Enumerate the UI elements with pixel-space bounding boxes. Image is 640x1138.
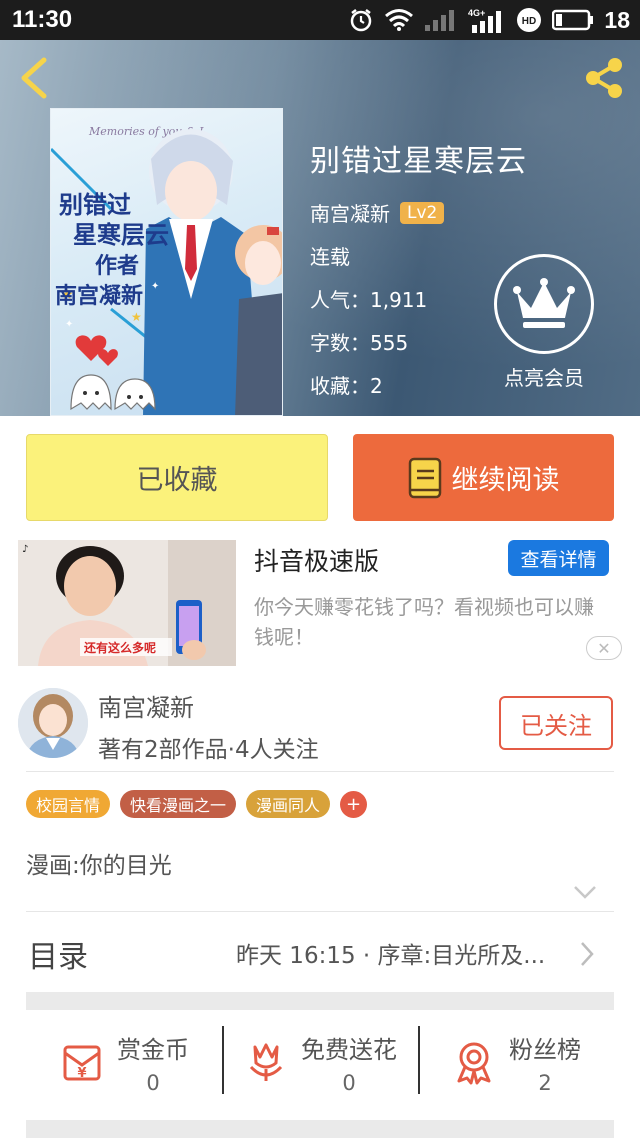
chevron-left-icon [21, 57, 47, 99]
reward-coins-button[interactable]: ¥ 赏金币 0 [26, 1008, 222, 1116]
ad-detail-button[interactable]: 查看详情 [508, 540, 609, 576]
svg-text:★: ★ [131, 310, 142, 324]
reward-coins-count: 0 [146, 1070, 160, 1095]
cover-author-name: 南宫凝新 [55, 283, 143, 309]
red-envelope-icon: ¥ [63, 1045, 101, 1081]
ad-banner[interactable]: ♪ 还有这么多呢 抖音极速版 查看详情 你今天赚零花钱了吗？看视频也可以赚钱呢！… [0, 536, 640, 670]
send-flower-label: 免费送花 [301, 1035, 397, 1064]
avatar-image [18, 688, 88, 758]
network-type-label: 4G+ [468, 8, 485, 18]
fan-ranking-button[interactable]: 粉丝榜 2 [418, 1008, 614, 1116]
reward-coins-label: 赏金币 [117, 1035, 189, 1064]
latest-chapter: 昨天 16:15 · 序章:目光所及... [236, 943, 546, 969]
share-icon [586, 58, 622, 98]
share-button[interactable] [580, 54, 628, 102]
author-section: 南宫凝新 著有2部作品·4人关注 已关注 [0, 678, 640, 772]
ad-thumbnail[interactable]: ♪ 还有这么多呢 [18, 540, 236, 666]
battery-level: 18 [604, 6, 630, 33]
chevron-down-icon [574, 886, 596, 899]
book-title: 别错过星寒层云 [310, 144, 527, 179]
svg-text:✦: ✦ [65, 319, 73, 330]
interaction-stats: ¥ 赏金币 0 免费送花 0 粉丝榜 2 [26, 1008, 614, 1116]
svg-text:✦: ✦ [151, 281, 159, 292]
back-button[interactable] [14, 54, 54, 102]
cover-author-label: 作者 [95, 254, 139, 279]
book-author[interactable]: 南宫凝新 [310, 198, 390, 227]
ad-description: 你今天赚零花钱了吗？看视频也可以赚钱呢！ [254, 595, 594, 649]
book-description: 漫画:你的目光 [26, 853, 172, 879]
divider [26, 771, 614, 772]
send-flower-count: 0 [342, 1070, 356, 1095]
fan-ranking-label: 粉丝榜 [509, 1035, 581, 1064]
hd-label: HD [522, 16, 536, 27]
chevron-right-icon [581, 942, 594, 966]
hd-call-icon: HD [517, 8, 542, 32]
follow-button[interactable]: 已关注 [499, 696, 613, 750]
toc-label: 目录 [28, 940, 88, 975]
collected-button[interactable]: 已收藏 [26, 434, 328, 521]
battery-icon [552, 9, 594, 31]
send-flower-button[interactable]: 免费送花 0 [222, 1008, 418, 1116]
status-time: 11:30 [12, 6, 73, 33]
cover-title-line1: 别错过 [58, 191, 131, 219]
continue-reading-button[interactable]: 继续阅读 [353, 434, 614, 521]
status-bar: 11:30 4G+ HD 18 [0, 0, 640, 40]
book-cover[interactable]: Memories of you & I ★ ★ ✦ ✦ 别错过 星寒层云 作者 … [50, 108, 283, 416]
status-icons: 4G+ HD 18 [348, 6, 630, 34]
table-of-contents-row[interactable]: 目录 昨天 16:15 · 序章:目光所及... [0, 912, 640, 992]
crown-icon [513, 278, 575, 328]
tag-list: 校园言情 快看漫画之一 漫画同人 + [26, 790, 368, 818]
fan-ranking-count: 2 [538, 1070, 552, 1095]
vip-button[interactable]: 点亮会员 [494, 254, 594, 391]
signal-4g-icon: 4G+ [468, 8, 502, 33]
toc-arrow [578, 940, 596, 968]
svg-text:♪: ♪ [22, 544, 28, 555]
tag-campus-romance[interactable]: 校园言情 [26, 790, 111, 818]
ad-video-image: ♪ 还有这么多呢 [18, 540, 236, 666]
flower-icon [249, 1043, 283, 1081]
avatar[interactable] [18, 688, 88, 758]
alarm-icon [351, 9, 372, 32]
ad-thumb-caption: 还有这么多呢 [83, 640, 156, 655]
medal-icon [457, 1042, 491, 1085]
ad-title[interactable]: 抖音极速版 [254, 542, 379, 578]
vip-label: 点亮会员 [504, 366, 584, 390]
tag-kuaikan[interactable]: 快看漫画之一 [120, 790, 237, 818]
collected-label: 已收藏 [136, 465, 218, 496]
ad-close-button[interactable]: ✕ [586, 636, 622, 660]
author-stats: 著有2部作品·4人关注 [98, 737, 319, 763]
vip-badge [494, 254, 594, 354]
expand-description-button[interactable] [573, 884, 597, 900]
cover-title-line2: 星寒层云 [73, 221, 169, 249]
continue-reading-label: 继续阅读 [451, 465, 560, 496]
section-separator [26, 1120, 614, 1138]
cover-illustration: Memories of you & I ★ ★ ✦ ✦ 别错过 星寒层云 作者 … [51, 125, 282, 415]
author-name[interactable]: 南宫凝新 [98, 688, 194, 723]
book-header: Memories of you & I ★ ★ ✦ ✦ 别错过 星寒层云 作者 … [0, 40, 640, 416]
add-tag-button[interactable]: + [340, 790, 368, 818]
wifi-icon [385, 9, 414, 31]
book-icon [408, 457, 441, 498]
svg-text:¥: ¥ [77, 1066, 86, 1081]
level-badge: Lv2 [400, 201, 445, 224]
tag-fan-comic[interactable]: 漫画同人 [246, 790, 331, 818]
close-icon: ✕ [597, 638, 611, 658]
signal-weak-icon [425, 10, 455, 31]
author-row: 南宫凝新 Lv2 [310, 198, 527, 227]
book-detail-content: 已收藏 继续阅读 ♪ 还有这么多呢 抖音极速版 查看详情 你今天赚零花钱了吗？看… [0, 416, 640, 1138]
